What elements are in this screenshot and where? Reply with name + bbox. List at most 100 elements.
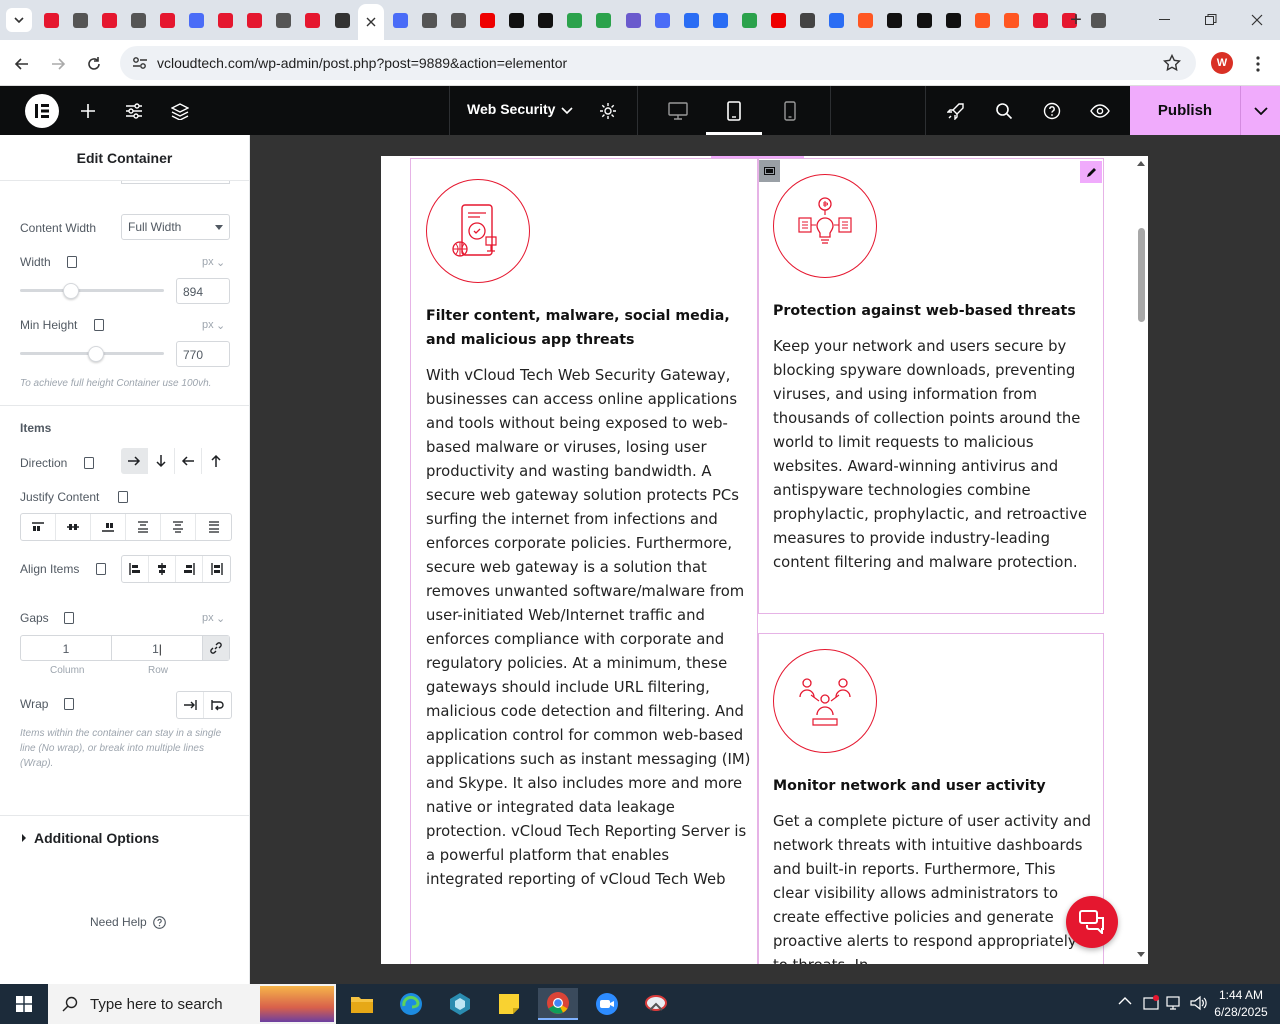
justify-start-button[interactable] [21, 514, 56, 540]
align-end-button[interactable] [176, 556, 203, 582]
browser-tab[interactable] [649, 7, 675, 33]
justify-space-around-button[interactable] [161, 514, 196, 540]
min-height-input[interactable]: 770 [176, 341, 230, 367]
scroll-up-icon[interactable] [1137, 160, 1145, 166]
browser-tab[interactable] [591, 7, 617, 33]
reload-button[interactable] [80, 50, 108, 78]
browser-tab[interactable] [1086, 7, 1112, 33]
network-icon[interactable] [1166, 995, 1184, 1011]
browser-tab[interactable] [475, 7, 501, 33]
align-stretch-button[interactable] [203, 556, 230, 582]
tab-search-button[interactable] [6, 8, 32, 32]
min-height-unit-select[interactable]: px [202, 319, 214, 331]
align-center-button[interactable] [149, 556, 176, 582]
direction-row-button[interactable] [121, 448, 148, 474]
desktop-view-button[interactable] [665, 98, 691, 124]
gaps-unit-select[interactable]: px [202, 612, 214, 624]
close-tab-icon[interactable] [366, 17, 376, 27]
notes-button[interactable] [943, 98, 969, 124]
browser-tab[interactable] [184, 7, 210, 33]
card-monitor[interactable]: Monitor network and user activity Get a … [758, 633, 1104, 964]
scroll-down-icon[interactable] [1137, 952, 1145, 958]
wrap-button[interactable] [204, 692, 231, 718]
justify-space-between-button[interactable] [126, 514, 161, 540]
no-wrap-button[interactable] [177, 692, 204, 718]
browser-tab[interactable] [154, 7, 180, 33]
browser-tab[interactable] [96, 7, 122, 33]
browser-tab[interactable] [271, 7, 297, 33]
browser-tab[interactable] [242, 7, 268, 33]
app-diamond[interactable] [440, 988, 480, 1020]
browser-tab[interactable] [533, 7, 559, 33]
browser-tab[interactable] [998, 7, 1024, 33]
sticky-notes-app[interactable] [489, 988, 529, 1020]
preview-scrollbar[interactable] [1134, 156, 1148, 964]
forward-button[interactable] [44, 50, 72, 78]
chrome-app[interactable] [538, 988, 578, 1020]
restore-button[interactable] [1188, 0, 1234, 40]
browser-tab[interactable] [824, 7, 850, 33]
new-tab-button[interactable]: + [1066, 10, 1086, 30]
responsive-tablet-icon[interactable] [118, 491, 128, 503]
site-settings-icon[interactable] [132, 56, 148, 70]
snipping-tool-app[interactable] [636, 988, 676, 1020]
finder-button[interactable] [991, 98, 1017, 124]
card-filter-content[interactable]: Filter content, malware, social media, a… [410, 158, 758, 964]
browser-tab[interactable] [300, 7, 326, 33]
browser-tab[interactable] [969, 7, 995, 33]
responsive-tablet-icon[interactable] [67, 256, 77, 268]
browser-tab[interactable] [504, 7, 530, 33]
browser-tab[interactable] [38, 7, 64, 33]
browser-tab[interactable] [562, 7, 588, 33]
browser-tab[interactable] [736, 7, 762, 33]
help-button[interactable] [1039, 98, 1065, 124]
responsive-tablet-icon[interactable] [96, 563, 106, 575]
site-settings-button[interactable] [121, 98, 147, 124]
browser-tab[interactable] [620, 7, 646, 33]
card-protection[interactable]: Protection against web-based threats Kee… [758, 158, 1104, 614]
justify-end-button[interactable] [91, 514, 126, 540]
justify-center-button[interactable] [56, 514, 91, 540]
publish-button[interactable]: Publish [1130, 86, 1240, 135]
responsive-tablet-icon[interactable] [94, 319, 104, 331]
chat-widget-button[interactable] [1066, 896, 1118, 948]
chevron-down-icon[interactable] [561, 107, 573, 115]
tray-overflow-icon[interactable] [1118, 996, 1132, 1006]
need-help-link[interactable]: Need Help [90, 915, 166, 929]
align-start-button[interactable] [122, 556, 149, 582]
minimize-button[interactable] [1142, 0, 1188, 40]
browser-tab-active[interactable] [358, 4, 385, 40]
browser-menu-button[interactable] [1244, 50, 1272, 78]
document-title[interactable]: Web Security [467, 101, 555, 117]
preview-button[interactable] [1087, 98, 1113, 124]
profile-avatar[interactable]: W [1211, 52, 1233, 74]
mobile-view-button[interactable] [777, 98, 803, 124]
bookmark-star-icon[interactable] [1163, 54, 1181, 72]
justify-space-evenly-button[interactable] [196, 514, 231, 540]
gap-column-input[interactable]: 1 [21, 636, 112, 660]
start-button[interactable] [0, 984, 48, 1024]
file-explorer-app[interactable] [342, 988, 382, 1020]
omnibox[interactable]: vcloudtech.com/wp-admin/post.php?post=98… [120, 46, 1196, 80]
tablet-view-button[interactable] [721, 98, 747, 124]
browser-tab[interactable] [329, 7, 355, 33]
width-slider-track[interactable] [20, 289, 164, 292]
taskbar-search-box[interactable]: Type here to search [48, 984, 336, 1024]
back-button[interactable] [8, 50, 36, 78]
responsive-tablet-icon[interactable] [84, 457, 94, 469]
browser-tab[interactable] [125, 7, 151, 33]
browser-tab[interactable] [213, 7, 239, 33]
scrollbar-thumb[interactable] [1138, 228, 1145, 322]
direction-column-button[interactable] [148, 448, 175, 474]
width-input[interactable]: 894 [176, 278, 230, 304]
browser-tab[interactable] [911, 7, 937, 33]
browser-tab[interactable] [1027, 7, 1053, 33]
browser-tab[interactable] [940, 7, 966, 33]
browser-tab[interactable] [67, 7, 93, 33]
responsive-tablet-icon[interactable] [64, 698, 74, 710]
page-settings-button[interactable] [595, 98, 621, 124]
browser-tab[interactable] [766, 7, 792, 33]
content-width-select[interactable]: Full Width [121, 214, 230, 240]
browser-tab[interactable] [795, 7, 821, 33]
browser-tab[interactable] [707, 7, 733, 33]
